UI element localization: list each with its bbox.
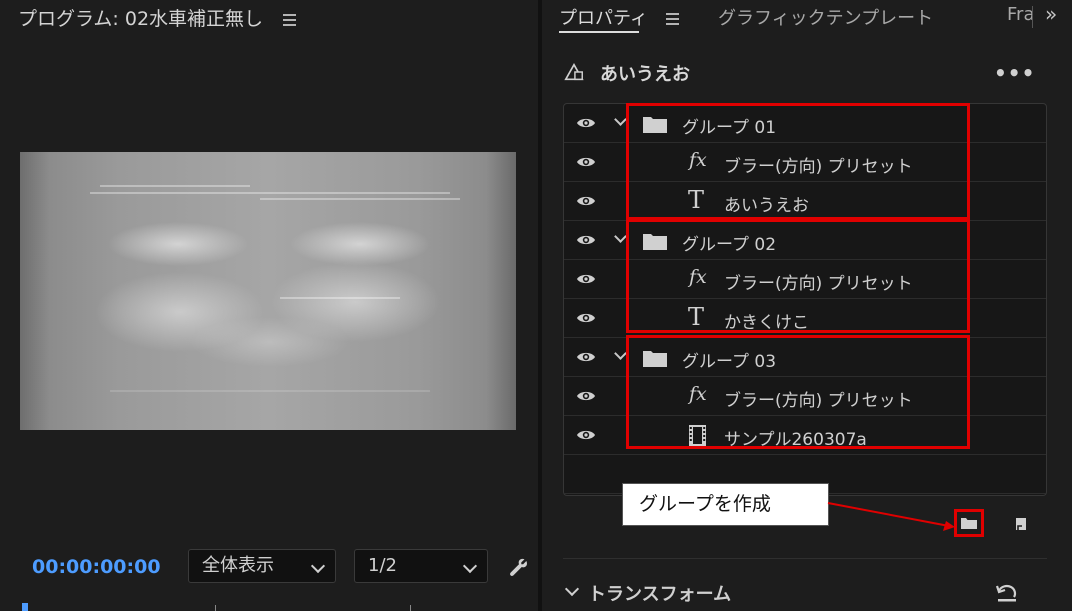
- eye-icon[interactable]: [576, 233, 596, 247]
- tab-properties-label: プロパティ: [559, 8, 648, 29]
- wrench-icon[interactable]: [508, 556, 530, 578]
- layer-label: ブラー(方向) プリセット: [724, 391, 913, 411]
- panel-menu-icon[interactable]: [283, 11, 297, 29]
- layer-row[interactable]: T あいうえお: [564, 182, 1046, 221]
- eye-icon[interactable]: [576, 272, 596, 286]
- fx-icon: fx: [689, 266, 707, 288]
- panel-menu-icon[interactable]: [665, 10, 679, 28]
- layer-row[interactable]: fx ブラー(方向) プリセット: [564, 377, 1046, 416]
- layer-label: グループ 02: [682, 235, 777, 255]
- layer-label: グループ 03: [682, 352, 777, 372]
- eye-icon[interactable]: [576, 389, 596, 403]
- program-panel-title[interactable]: プログラム: 02水車補正無し: [18, 4, 297, 31]
- program-title-text: プログラム: 02水車補正無し: [18, 8, 264, 30]
- chevron-down-icon[interactable]: [614, 230, 627, 243]
- eye-icon[interactable]: [576, 350, 596, 364]
- layer-row[interactable]: fx ブラー(方向) プリセット: [564, 143, 1046, 182]
- chevron-down-icon[interactable]: [564, 581, 580, 597]
- clip-title: あいうえお: [600, 64, 690, 85]
- playhead-timecode[interactable]: 00:00:00:00: [32, 556, 161, 578]
- video-preview: [20, 152, 516, 430]
- eye-icon[interactable]: [576, 428, 596, 442]
- active-tab-indicator: [559, 31, 639, 33]
- playhead-marker[interactable]: [22, 603, 28, 611]
- section-divider: [563, 558, 1047, 559]
- annotation-arrow: [827, 502, 955, 531]
- text-icon: T: [688, 303, 705, 331]
- chevron-down-icon: [310, 558, 326, 574]
- zoom-level-value: 全体表示: [202, 555, 274, 576]
- layer-label: ブラー(方向) プリセット: [724, 274, 913, 294]
- tab-frame[interactable]: Fra: [1007, 4, 1034, 25]
- layer-label: サンプル260307a: [724, 430, 867, 450]
- playback-resolution-select[interactable]: 1/2: [354, 549, 488, 583]
- eye-icon[interactable]: [576, 116, 596, 130]
- layer-row[interactable]: T かきくけこ: [564, 299, 1046, 338]
- layer-label: グループ 01: [682, 118, 777, 138]
- layers-list: グループ 01 fx ブラー(方向) プリセット T あいうえおグループ 02 fx ブラー…: [563, 103, 1047, 496]
- more-options-button[interactable]: •••: [994, 61, 1035, 85]
- chevron-down-icon[interactable]: [614, 113, 627, 126]
- layer-row[interactable]: グループ 01: [564, 104, 1046, 143]
- chevron-down-icon[interactable]: [614, 347, 627, 360]
- transform-section-title[interactable]: トランスフォーム: [588, 580, 731, 606]
- new-layer-icon[interactable]: [1013, 515, 1029, 533]
- zoom-level-select[interactable]: 全体表示: [188, 549, 336, 583]
- text-icon: T: [688, 186, 705, 214]
- tab-graphic-templates[interactable]: グラフィックテンプレート: [718, 4, 933, 30]
- annotation-callout: グループを作成: [622, 483, 829, 526]
- eye-icon[interactable]: [576, 311, 596, 325]
- layer-row[interactable]: グループ 02: [564, 221, 1046, 260]
- mini-timeline-ruler[interactable]: [18, 601, 533, 611]
- playback-resolution-value: 1/2: [368, 555, 397, 576]
- layer-row[interactable]: サンプル260307a: [564, 416, 1046, 455]
- layer-row[interactable]: グループ 03: [564, 338, 1046, 377]
- layer-row[interactable]: fx ブラー(方向) プリセット: [564, 260, 1046, 299]
- reset-icon[interactable]: [995, 582, 1019, 604]
- layer-label: あいうえお: [724, 196, 809, 216]
- tab-properties[interactable]: プロパティ: [559, 4, 679, 30]
- tab-separator: [1032, 6, 1033, 28]
- tabs-overflow-icon[interactable]: »: [1045, 2, 1057, 26]
- graphic-clip-icon: [564, 62, 584, 81]
- layer-label: ブラー(方向) プリセット: [724, 157, 913, 177]
- program-monitor-panel: プログラム: 02水車補正無し 00:00:00:00 全体表示 1/2: [0, 0, 538, 611]
- layer-label: かきくけこ: [724, 313, 809, 333]
- eye-icon[interactable]: [576, 194, 596, 208]
- chevron-down-icon: [462, 558, 478, 574]
- fx-icon: fx: [689, 383, 707, 405]
- eye-icon[interactable]: [576, 155, 596, 169]
- fx-icon: fx: [689, 149, 707, 171]
